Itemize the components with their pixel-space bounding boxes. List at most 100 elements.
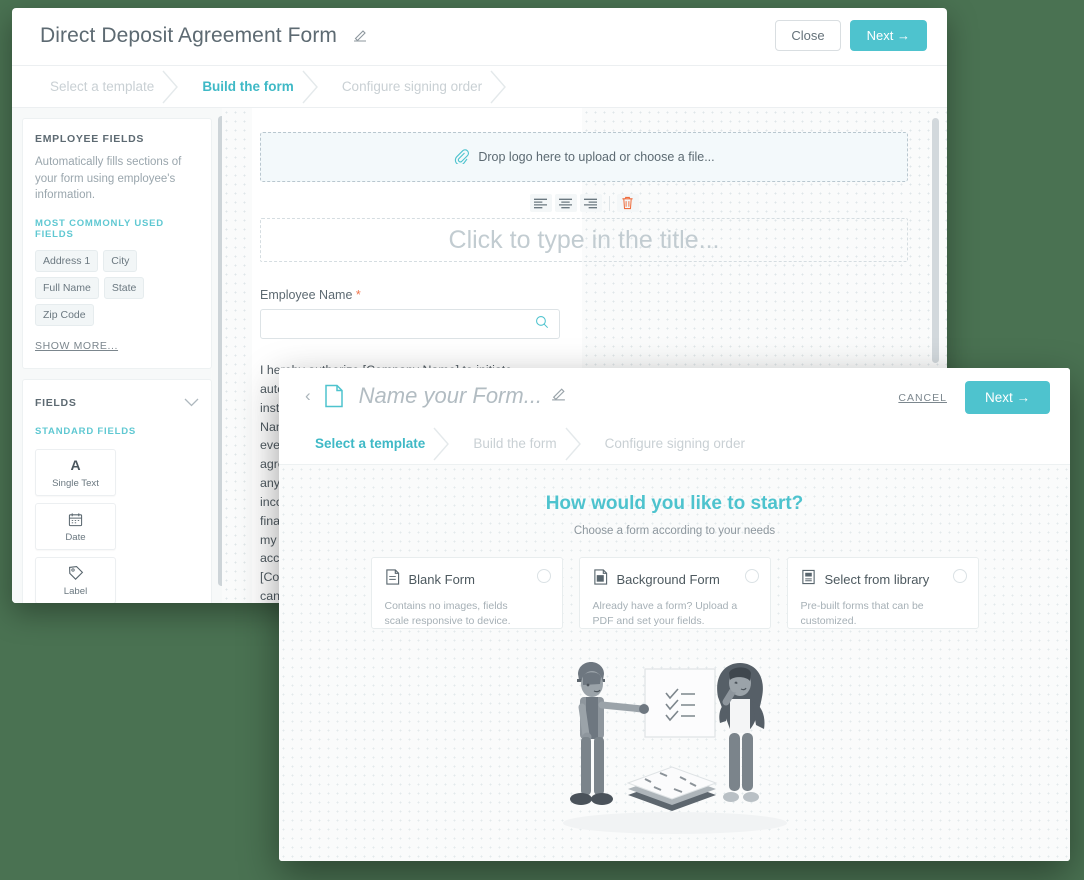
new-form-modal: ‹ Name your Form... CANCEL Next → Select… xyxy=(279,368,1070,861)
screen: Direct Deposit Agreement Form Close Next… xyxy=(0,0,1084,880)
step-select-template[interactable]: Select a template xyxy=(28,66,180,107)
step-label: Select a template xyxy=(50,79,155,94)
step-chevron-icon xyxy=(301,70,321,104)
card-header: Select from library xyxy=(801,569,965,590)
card-header: Background Form xyxy=(593,569,757,590)
step-build-form[interactable]: Build the form xyxy=(180,66,320,107)
employee-fields-panel: EMPLOYEE FIELDS Automatically fills sect… xyxy=(22,118,212,370)
field-tile-label: Single Text xyxy=(52,477,99,489)
standard-fields-grid: A Single Text Date Label xyxy=(35,449,199,603)
fields-heading: FIELDS xyxy=(35,397,77,410)
chevron-down-icon[interactable] xyxy=(184,394,199,412)
form-name-input[interactable]: Name your Form... xyxy=(359,383,542,409)
card-description: Pre-built forms that can be customized. xyxy=(800,600,924,627)
fields-panel-header[interactable]: FIELDS xyxy=(35,394,199,412)
card-select-from-library[interactable]: Select from library Pre-built forms that… xyxy=(786,557,979,629)
card-title: Blank Form xyxy=(408,572,475,587)
chip-city[interactable]: City xyxy=(103,250,138,273)
upload-page-icon xyxy=(593,569,608,590)
field-tile-label[interactable]: Label xyxy=(35,557,116,603)
align-right-icon[interactable] xyxy=(579,194,602,212)
alignment-toolbar xyxy=(260,194,908,212)
modal-subheading: Choose a form according to your needs xyxy=(573,525,776,537)
employee-fields-heading: EMPLOYEE FIELDS xyxy=(35,133,145,145)
two-people-with-checklist-illustration xyxy=(279,647,1070,837)
modal-next-button[interactable]: Next → xyxy=(964,381,1050,414)
chip-state[interactable]: State xyxy=(103,277,145,300)
form-title-placeholder-text: Click to type in the title... xyxy=(448,225,720,254)
fields-panel: FIELDS STANDARD FIELDS A Single Text Dat… xyxy=(22,379,212,603)
employee-fields-description: Automatically fills sections of your for… xyxy=(35,156,182,202)
trash-icon[interactable] xyxy=(616,194,639,212)
pencil-icon[interactable] xyxy=(550,385,567,407)
blank-page-icon xyxy=(385,569,400,590)
step-label: Configure signing order xyxy=(604,436,745,451)
fields-sidebar: EMPLOYEE FIELDS Automatically fills sect… xyxy=(12,108,222,603)
builder-actions: Close Next → xyxy=(775,20,927,51)
chip-full-name[interactable]: Full Name xyxy=(35,277,99,300)
card-header: Blank Form xyxy=(385,569,549,590)
align-left-icon[interactable] xyxy=(529,194,552,212)
step-chevron-icon xyxy=(432,427,452,461)
employee-chip-list: Address 1 City Full Name State Zip Code xyxy=(35,250,199,327)
modal-step-configure-signing-order[interactable]: Configure signing order xyxy=(583,423,771,464)
step-label: Select a template xyxy=(315,436,426,451)
chip-zip-code[interactable]: Zip Code xyxy=(35,304,94,327)
logo-dropzone[interactable]: Drop logo here to upload or choose a fil… xyxy=(260,132,908,182)
page-title-text: Direct Deposit Agreement Form xyxy=(40,24,338,48)
template-option-cards: Blank Form Contains no images, fields sc… xyxy=(279,557,1070,629)
paperclip-icon xyxy=(453,148,470,167)
card-blank-form[interactable]: Blank Form Contains no images, fields sc… xyxy=(370,557,563,629)
modal-actions: CANCEL Next → xyxy=(898,381,1050,414)
modal-steps: Select a template Build the form Configu… xyxy=(279,423,1070,465)
next-button[interactable]: Next → xyxy=(849,20,927,51)
page-title: Direct Deposit Agreement Form xyxy=(40,24,368,48)
form-name-placeholder: Name your Form... xyxy=(358,382,543,408)
document-icon xyxy=(323,384,345,408)
builder-steps: Select a template Build the form Configu… xyxy=(12,66,947,108)
employee-name-input[interactable] xyxy=(260,309,560,339)
chip-address-1[interactable]: Address 1 xyxy=(35,250,99,273)
show-more-link[interactable]: SHOW MORE... xyxy=(35,340,118,352)
modal-content: How would you like to start? Choose a fo… xyxy=(279,465,1070,861)
modal-titlebar: ‹ Name your Form... CANCEL Next → xyxy=(279,368,1070,423)
card-title: Background Form xyxy=(616,572,720,587)
close-button[interactable]: Close xyxy=(775,20,841,51)
modal-step-build-form[interactable]: Build the form xyxy=(451,423,582,464)
field-tile-date[interactable]: Date xyxy=(35,503,116,551)
search-icon[interactable] xyxy=(535,315,549,334)
step-configure-signing-order[interactable]: Configure signing order xyxy=(320,66,508,107)
step-label: Build the form xyxy=(473,436,557,451)
logo-dropzone-label: Drop logo here to upload or choose a fil… xyxy=(478,150,715,164)
align-center-icon[interactable] xyxy=(554,194,577,212)
pencil-icon[interactable] xyxy=(352,25,368,49)
chevron-left-icon[interactable]: ‹ xyxy=(305,387,311,404)
toolbar-divider xyxy=(608,195,610,211)
modal-heading: How would you like to start? xyxy=(545,493,804,514)
card-description: Already have a form? Upload a PDF and se… xyxy=(592,600,738,627)
most-used-fields-heading: MOST COMMONLY USED FIELDS xyxy=(35,218,164,241)
step-label: Configure signing order xyxy=(341,79,483,94)
cancel-button[interactable]: CANCEL xyxy=(898,392,947,404)
step-label: Build the form xyxy=(202,79,294,94)
step-chevron-icon xyxy=(564,427,584,461)
standard-fields-heading: STANDARD FIELDS xyxy=(35,426,137,438)
builder-titlebar: Direct Deposit Agreement Form Close Next… xyxy=(12,8,947,66)
form-title-placeholder[interactable]: Click to type in the title... xyxy=(260,218,908,262)
employee-name-label-text: Employee Name xyxy=(260,288,353,302)
field-tile-label: Label xyxy=(63,585,88,597)
field-tile-label: Date xyxy=(65,531,86,543)
field-tile-single-text[interactable]: A Single Text xyxy=(35,449,116,497)
radio-select-from-library[interactable] xyxy=(952,569,967,583)
card-title: Select from library xyxy=(824,572,930,587)
radio-background-form[interactable] xyxy=(744,569,759,583)
tag-icon xyxy=(68,565,84,582)
radio-blank-form[interactable] xyxy=(536,569,551,583)
step-chevron-icon xyxy=(161,70,181,104)
card-background-form[interactable]: Background Form Already have a form? Upl… xyxy=(578,557,771,629)
employee-name-label: Employee Name * xyxy=(260,288,923,302)
modal-step-select-template[interactable]: Select a template xyxy=(293,423,451,464)
letter-a-icon: A xyxy=(70,456,81,473)
calendar-icon xyxy=(68,511,83,528)
canvas-scrollbar[interactable] xyxy=(932,118,939,363)
